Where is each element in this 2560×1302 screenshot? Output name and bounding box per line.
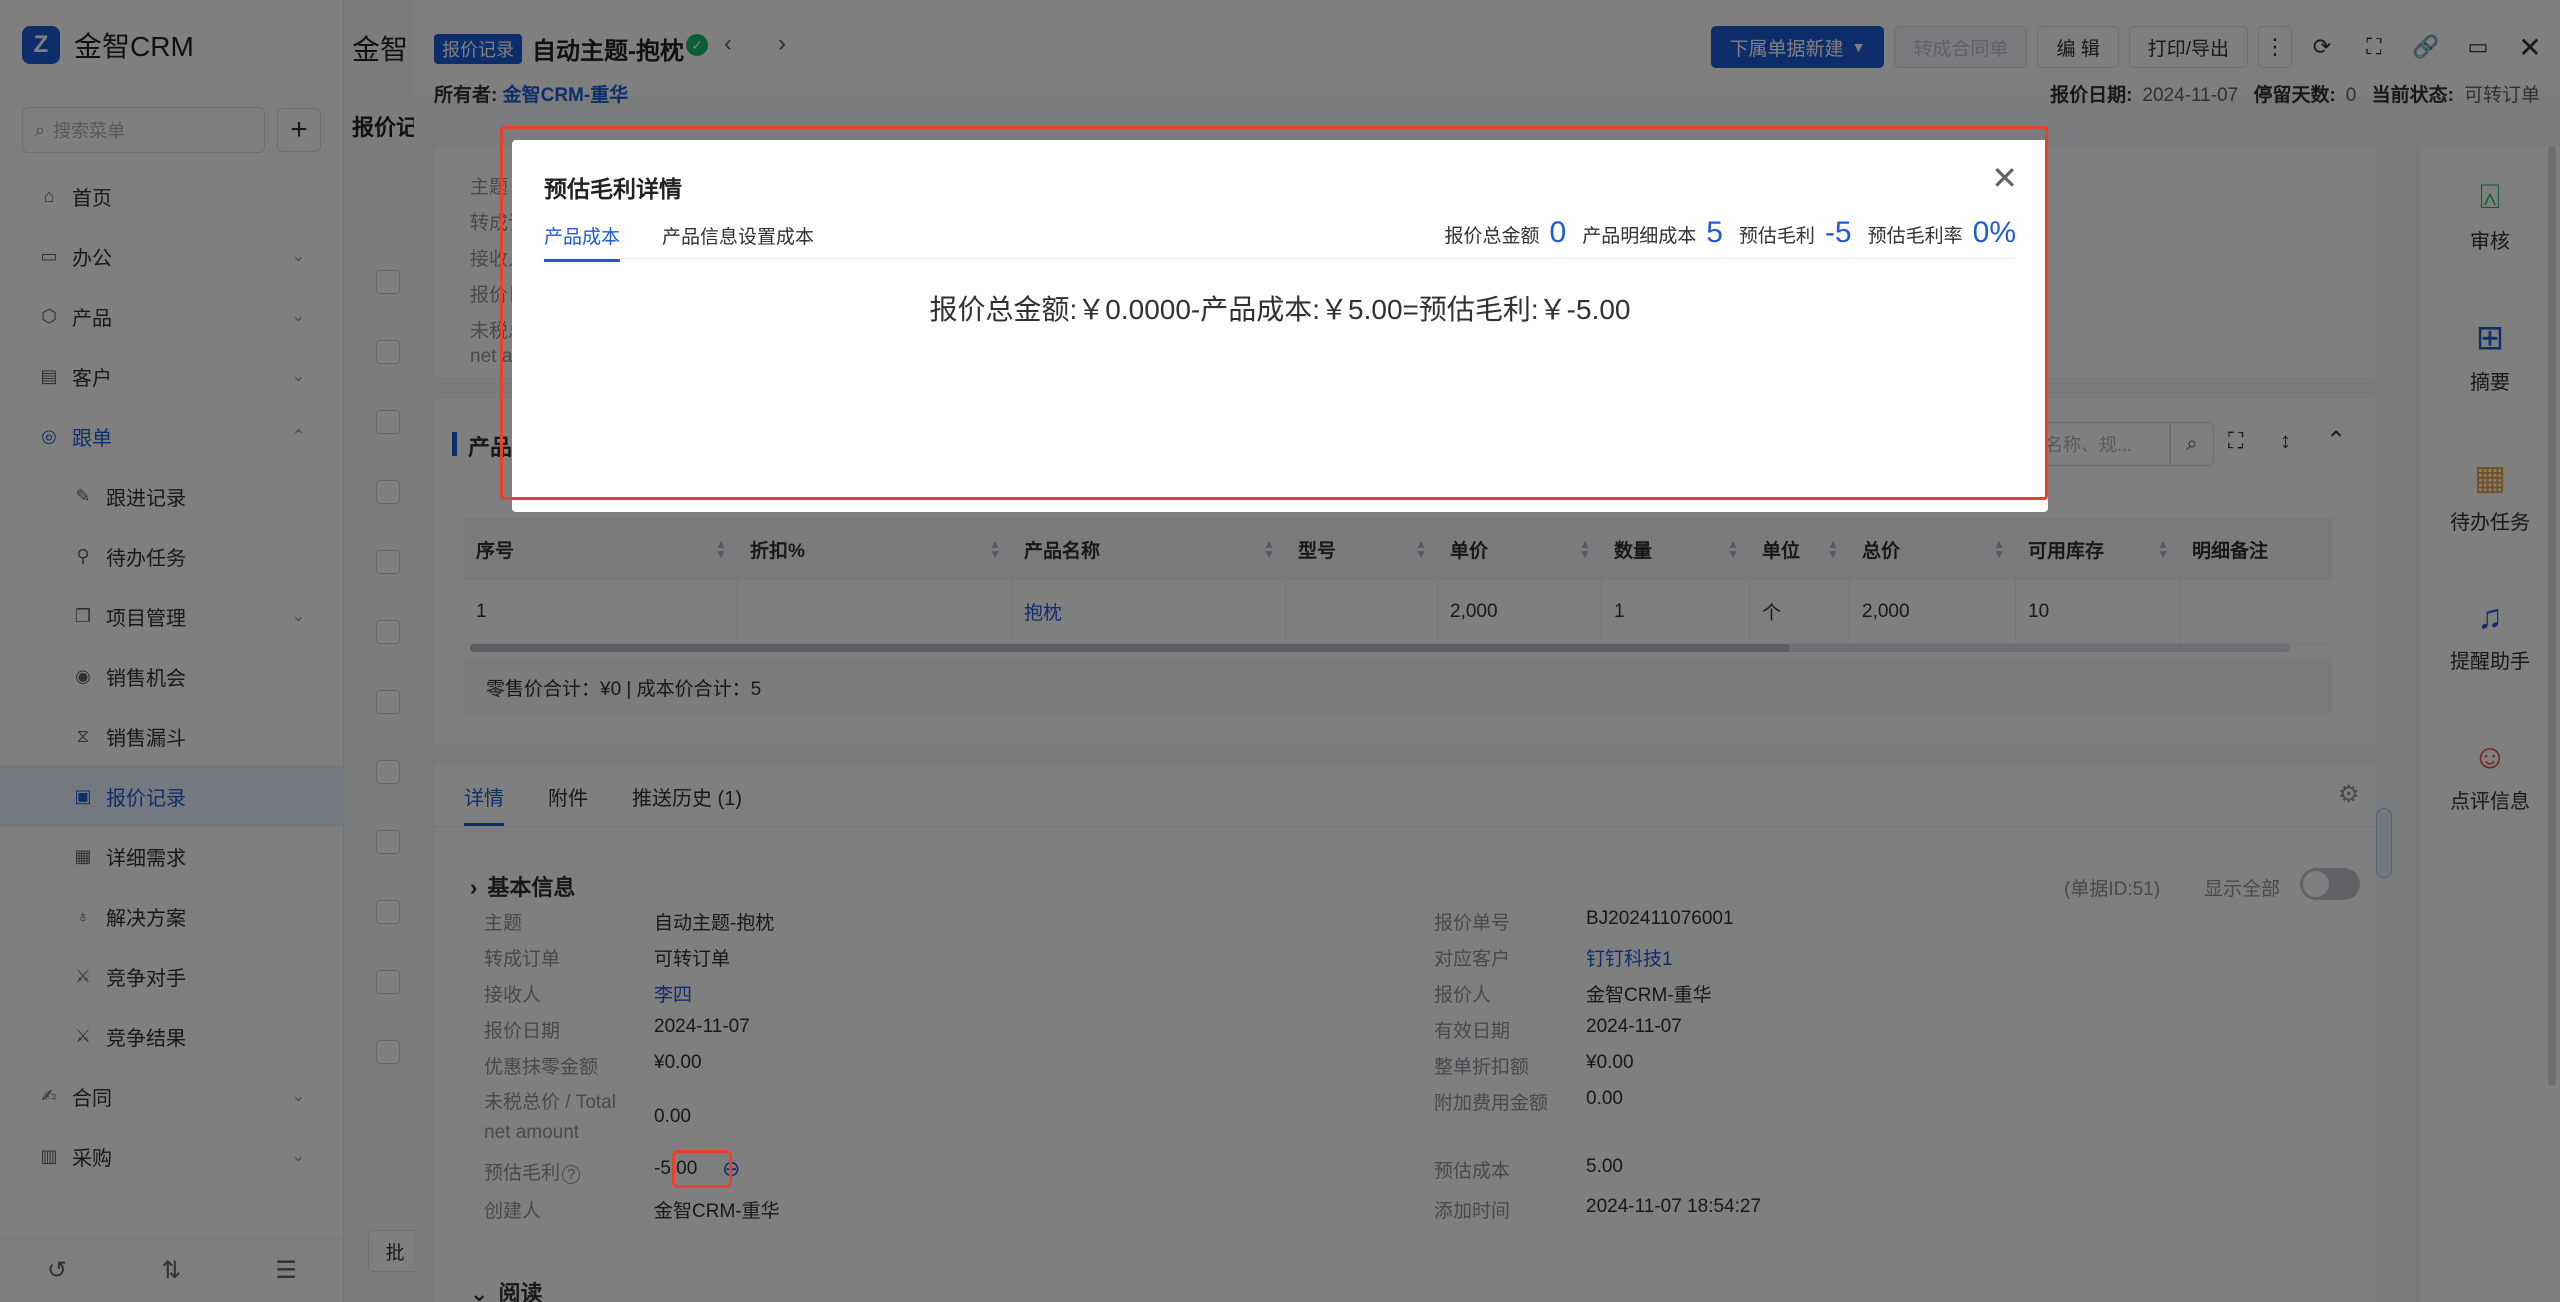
sum-cost-value: 5	[1706, 216, 1723, 249]
sum-rate-value: 0%	[1972, 216, 2016, 249]
sum-total-value: 0	[1549, 216, 1567, 249]
modal-title: 预估毛利详情	[544, 176, 682, 202]
sum-profit-value: -5	[1824, 216, 1852, 249]
sum-rate-label: 预估毛利率	[1867, 226, 1963, 247]
sum-profit-label: 预估毛利	[1738, 226, 1815, 247]
sum-total-label: 报价总金额	[1444, 226, 1540, 247]
modal-tabs: 产品成本 产品信息设置成本	[544, 222, 856, 262]
tab-product-info-cost[interactable]: 产品信息设置成本	[662, 222, 814, 262]
modal-tab-divider	[544, 258, 2016, 259]
sum-cost-label: 产品明细成本	[1582, 226, 1697, 247]
tab-product-cost[interactable]: 产品成本	[544, 222, 621, 262]
close-icon[interactable]: ✕	[1991, 162, 2018, 194]
profit-formula: 报价总金额:￥0.0000-产品成本:￥5.00=预估毛利:￥-5.00	[929, 294, 1631, 325]
profit-detail-modal: 预估毛利详情 ✕ 产品成本 产品信息设置成本 报价总金额 0 产品明细成本 5 预估…	[512, 140, 2048, 512]
profit-summary: 报价总金额 0 产品明细成本 5 预估毛利 -5 预估毛利率 0%	[1445, 216, 2016, 250]
